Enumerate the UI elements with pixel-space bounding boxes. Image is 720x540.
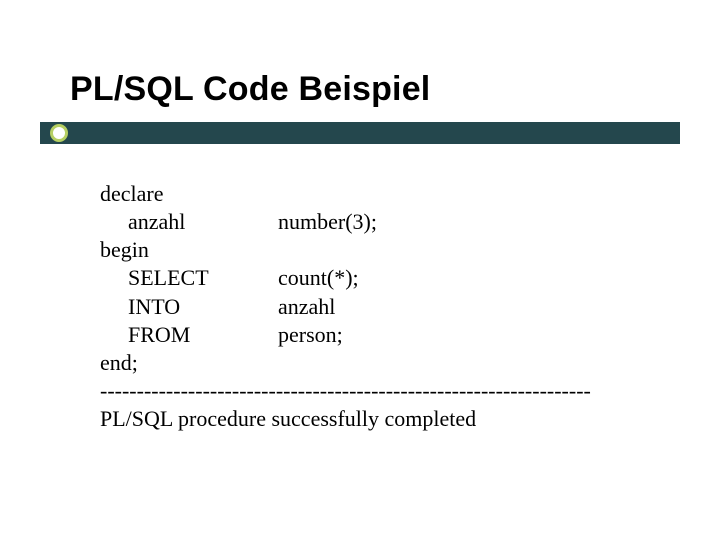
- slide: PL/SQL Code Beispiel declare anzahl numb…: [0, 0, 720, 540]
- code-line-7: end;: [100, 349, 660, 377]
- code-block: declare anzahl number(3); begin SELECT c…: [100, 180, 660, 433]
- bullet-icon: [50, 124, 68, 142]
- code-keyword: SELECT: [100, 264, 278, 292]
- code-keyword: INTO: [100, 293, 278, 321]
- code-keyword: anzahl: [100, 208, 278, 236]
- code-keyword: begin: [100, 236, 250, 264]
- code-keyword: end;: [100, 349, 250, 377]
- slide-title: PL/SQL Code Beispiel: [70, 70, 430, 109]
- code-line-6: FROM person;: [100, 321, 660, 349]
- separator-line: ----------------------------------------…: [100, 377, 660, 405]
- code-line-5: INTO anzahl: [100, 293, 660, 321]
- code-value: anzahl: [278, 293, 335, 321]
- code-line-3: begin: [100, 236, 660, 264]
- code-line-1: declare: [100, 180, 660, 208]
- result-line: PL/SQL procedure successfully completed: [100, 405, 660, 433]
- code-value: number(3);: [278, 208, 377, 236]
- code-value: person;: [278, 321, 343, 349]
- code-keyword: FROM: [100, 321, 278, 349]
- title-underline-bar: [40, 122, 680, 144]
- code-value: count(*);: [278, 264, 359, 292]
- code-line-2: anzahl number(3);: [100, 208, 660, 236]
- code-line-4: SELECT count(*);: [100, 264, 660, 292]
- code-keyword: declare: [100, 180, 250, 208]
